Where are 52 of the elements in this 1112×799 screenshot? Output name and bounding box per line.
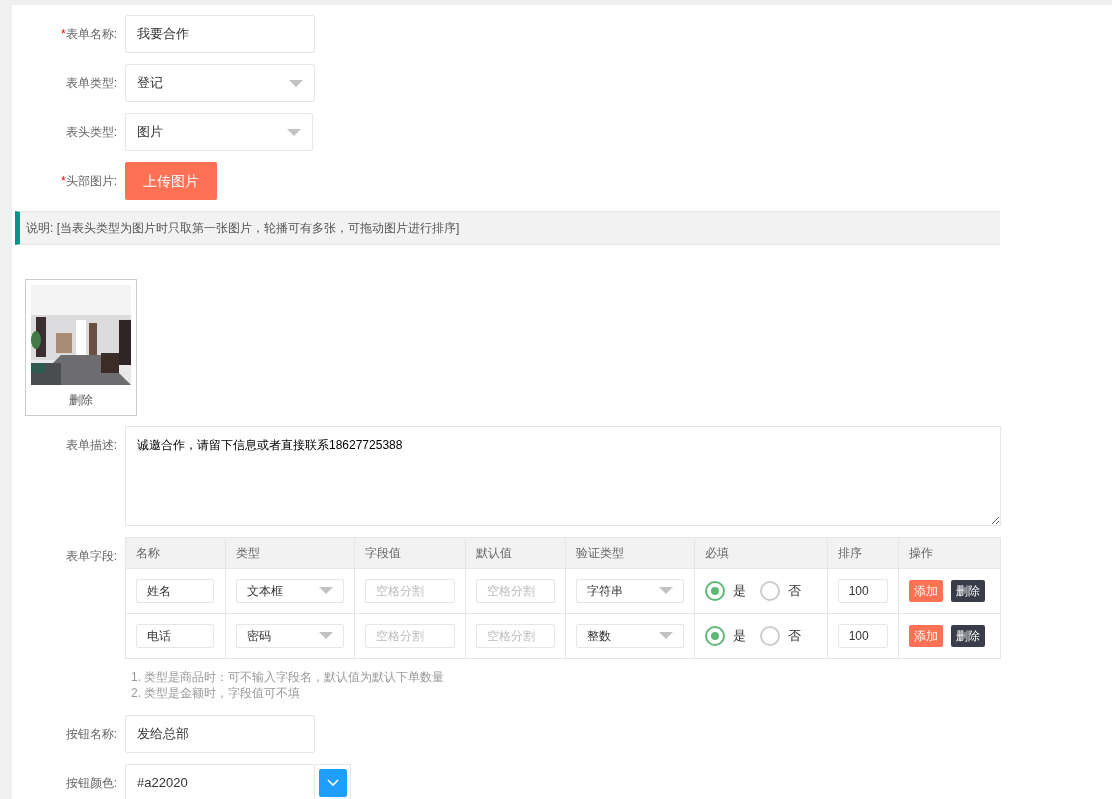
input-field[interactable]: #a22020 [125,763,315,799]
chevron-down-icon [326,778,339,787]
column-header: 排序 [827,537,899,568]
radio-label: 否 [787,581,801,600]
delete-button[interactable]: 删除 [950,624,985,647]
column-header: 字段值 [354,537,466,568]
column-header: 必填 [694,537,828,568]
hint-text: 2. 类型是金额时，字段值可不填 [131,684,302,701]
radio-button[interactable] [759,625,780,646]
select-field[interactable]: 字符串 [575,578,684,603]
select-field[interactable]: 密码 [235,623,344,648]
color-picker-button[interactable] [318,768,347,797]
field-label: *头部图片: [60,173,118,190]
radio-button[interactable] [704,625,725,646]
dropdown-caret-icon [289,79,303,87]
field-label: 按钮名称: [64,725,118,743]
dropdown-caret-icon [318,587,333,594]
select-field[interactable]: 登记 [125,64,315,102]
select-field[interactable]: 整数 [575,623,684,648]
select-field[interactable]: 文本框 [235,578,344,603]
column-header: 默认值 [465,537,566,568]
dropdown-caret-icon [318,632,333,639]
dropdown-caret-icon [658,587,673,594]
column-header: 操作 [898,537,1001,568]
delete-button[interactable]: 删除 [950,579,985,602]
description-textarea[interactable]: 诚邀合作，请留下信息或者直接联系18627725388 [125,425,1001,526]
field-label: 表头类型: [64,124,118,141]
input-field[interactable]: 我要合作 [125,15,315,53]
hint-text: 1. 类型是商品时：可不输入字段名，默认值为默认下单数量 [131,668,446,685]
name-input[interactable]: 电话 [136,623,214,648]
column-header: 类型 [225,537,355,568]
name-input[interactable]: 姓名 [136,578,214,603]
field-label: 表单字段: [64,547,118,565]
column-header: 名称 [125,537,226,568]
field-label: 表单类型: [64,75,118,92]
radio-button[interactable] [759,580,780,601]
radio-button[interactable] [704,580,725,601]
sort-input[interactable]: 100 [837,578,888,603]
select-field[interactable]: 图片 [125,113,313,151]
field-label: 按钮颜色: [64,774,118,792]
note-text: 说明: [当表头类型为图片时只取第一张图片，轮播可有多张，可拖动图片进行排序] [15,211,1000,245]
column-header: 验证类型 [565,537,695,568]
field-label: *表单名称: [60,26,118,43]
radio-label: 否 [787,626,801,645]
input-field[interactable]: 发给总部 [125,714,315,753]
radio-label: 是 [732,581,746,600]
delete-link[interactable]: 删除 [69,391,93,409]
field-label: 表单描述: [64,436,118,454]
sort-input[interactable]: 100 [837,623,888,648]
dropdown-caret-icon [658,632,673,639]
radio-label: 是 [732,626,746,645]
dropdown-caret-icon [287,128,301,136]
